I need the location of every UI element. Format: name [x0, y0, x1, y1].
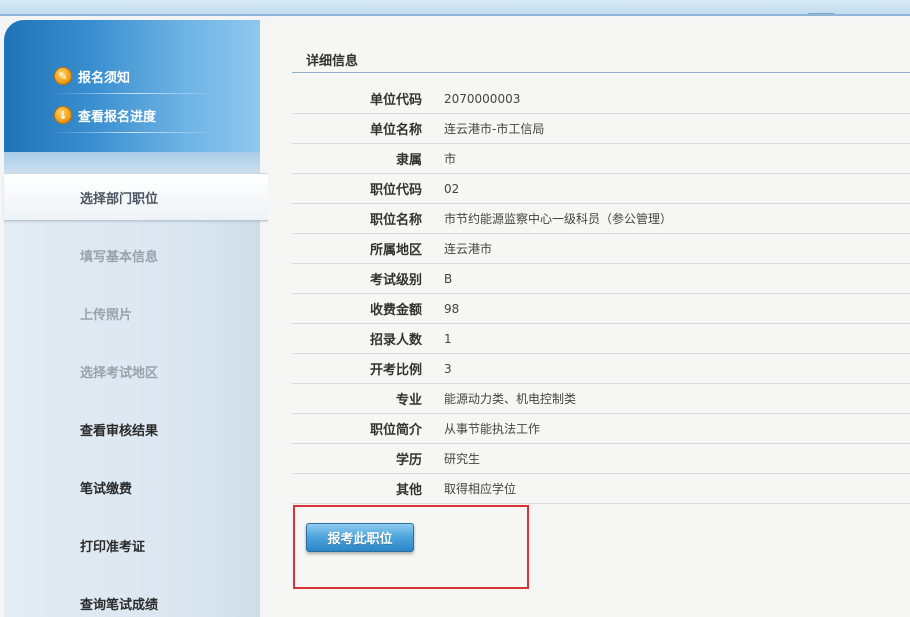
row-value: 1 [444, 331, 452, 346]
row-label: 其他 [395, 483, 422, 498]
table-row: 单位代码 2070000003 [292, 84, 910, 114]
nav-print-admission-ticket-label: 打印准考证 [80, 539, 146, 555]
nav-exam-payment[interactable]: 笔试缴费 [4, 462, 260, 512]
pencil-icon: ✎ [54, 67, 72, 85]
table-row: 学历 研究生 [292, 444, 910, 474]
row-value: 2070000003 [444, 91, 521, 106]
quick-link-divider [50, 132, 220, 133]
row-value: B [444, 271, 453, 286]
nav-select-position-label: 选择部门职位 [80, 191, 159, 207]
row-label: 隶属 [395, 153, 422, 168]
table-row: 其他 取得相应学位 [292, 474, 910, 504]
sidebar: ✎ 报名须知 ↓ 查看报名进度 选择部门职位 填写基本信息 上传照片 选择考试地… [4, 20, 270, 617]
table-row: 招录人数 1 [292, 324, 910, 354]
registration-notice-label: 报名须知 [78, 70, 131, 86]
row-label: 招录人数 [369, 333, 422, 348]
row-label: 考试级别 [369, 273, 422, 288]
nav-review-result-label: 查看审核结果 [80, 423, 159, 439]
row-value: 能源动力类、机电控制类 [444, 392, 577, 406]
nav-select-exam-area[interactable]: 选择考试地区 [4, 346, 260, 396]
nav-select-exam-area-label: 选择考试地区 [80, 365, 159, 381]
nav-query-exam-score-label: 查询笔试成绩 [80, 597, 159, 613]
table-row: 职位代码 02 [292, 174, 910, 204]
table-row: 职位简介 从事节能执法工作 [292, 414, 910, 444]
position-detail-table: 单位代码 2070000003 单位名称 连云港市-市工信局 隶属 市 职位代码… [292, 84, 910, 504]
row-value: 取得相应学位 [444, 482, 517, 496]
row-label: 单位名称 [369, 123, 422, 138]
table-row: 单位名称 连云港市-市工信局 [292, 114, 910, 144]
nav-print-admission-ticket[interactable]: 打印准考证 [4, 520, 260, 570]
download-icon: ↓ [54, 106, 72, 124]
banner-decoration [808, 0, 846, 14]
check-progress-label: 查看报名进度 [78, 109, 157, 125]
registration-notice-link[interactable]: ✎ 报名须知 [54, 65, 130, 87]
top-banner [0, 0, 910, 16]
row-value: 02 [444, 181, 460, 196]
nav-upload-photo-label: 上传照片 [80, 307, 133, 323]
row-value: 98 [444, 301, 460, 316]
row-value: 3 [444, 361, 452, 376]
nav-select-position[interactable]: 选择部门职位 [4, 173, 270, 221]
section-title-divider [292, 72, 910, 73]
row-label: 学历 [395, 453, 422, 468]
table-row: 收费金额 98 [292, 294, 910, 324]
table-row: 隶属 市 [292, 144, 910, 174]
table-row: 考试级别 B [292, 264, 910, 294]
nav-fill-basic-info-label: 填写基本信息 [80, 249, 159, 265]
row-label: 单位代码 [369, 93, 422, 108]
check-progress-link[interactable]: ↓ 查看报名进度 [54, 104, 156, 126]
row-label: 收费金额 [369, 303, 422, 318]
row-value: 连云港市 [444, 242, 493, 256]
row-label: 专业 [395, 393, 422, 408]
row-label: 职位代码 [369, 183, 422, 198]
nav-fill-basic-info[interactable]: 填写基本信息 [4, 230, 260, 280]
row-value: 市 [444, 152, 457, 166]
table-row: 专业 能源动力类、机电控制类 [292, 384, 910, 414]
row-value: 连云港市-市工信局 [444, 122, 545, 136]
quick-link-divider [50, 93, 220, 94]
nav-exam-payment-label: 笔试缴费 [80, 481, 133, 497]
nav-review-result[interactable]: 查看审核结果 [4, 404, 260, 454]
section-title: 详细信息 [306, 54, 359, 69]
row-value: 市节约能源监察中心一级科员（参公管理） [444, 212, 673, 226]
nav-query-exam-score[interactable]: 查询笔试成绩 [4, 578, 260, 617]
row-label: 所属地区 [369, 243, 422, 258]
row-label: 职位名称 [369, 213, 422, 228]
table-row: 所属地区 连云港市 [292, 234, 910, 264]
row-label: 开考比例 [369, 363, 422, 378]
row-value: 研究生 [444, 452, 481, 466]
nav-upload-photo[interactable]: 上传照片 [4, 288, 260, 338]
table-row: 开考比例 3 [292, 354, 910, 384]
table-row: 职位名称 市节约能源监察中心一级科员（参公管理） [292, 204, 910, 234]
row-value: 从事节能执法工作 [444, 422, 541, 436]
apply-position-button[interactable]: 报考此职位 [306, 523, 414, 552]
row-label: 职位简介 [369, 423, 422, 438]
